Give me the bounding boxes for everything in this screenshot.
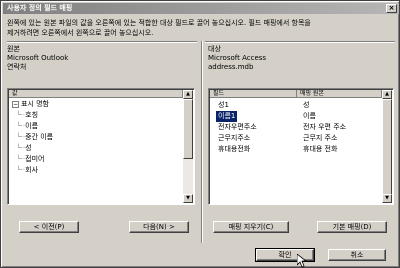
panel-separator <box>201 41 203 243</box>
tree-line-icon: └·· <box>12 122 26 130</box>
source-field-list[interactable]: 값 − 표시 명함 └··호칭 └··이름 └··중간 이름 └··성 └··접미… <box>7 88 195 205</box>
tree-line-icon: └·· <box>12 155 26 163</box>
close-button[interactable]: × <box>386 4 397 13</box>
target-field: 이름1 <box>214 110 239 123</box>
default-mapping-button[interactable]: 기본 매핑(D) <box>317 221 387 233</box>
tree-item[interactable]: └··접미어 <box>12 154 44 165</box>
next-button[interactable]: 다음(N) > <box>129 221 189 233</box>
target-field: 휴대용전화 <box>218 145 251 153</box>
previous-button[interactable]: < 이전(P) <box>19 221 79 233</box>
target-mapping-list[interactable]: 필드 매핑 원본 성1 성 이름1 이름 전자우편주소 전자 우편 주소 근무지… <box>208 88 394 205</box>
instruction-text: 왼쪽에 있는 원본 파일의 값을 오른쪽에 있는 적합한 대상 필드로 끌어 놓… <box>7 18 393 38</box>
source-list-header: 값 <box>9 90 183 98</box>
mapped-source: 이름 <box>303 112 316 120</box>
mapped-source: 전자 우편 주소 <box>303 123 347 131</box>
tree-line-icon: └·· <box>12 111 26 119</box>
tree-item-label: 이름 <box>25 122 39 130</box>
source-scrollbar[interactable]: ▲ ▼ <box>183 90 193 203</box>
target-file-name: address.mdb <box>208 63 254 71</box>
source-app-name: Microsoft Outlook <box>7 54 69 62</box>
tree-item[interactable]: └··회사 <box>12 165 38 176</box>
target-divider <box>205 41 395 43</box>
tree-item[interactable]: └··이름 <box>12 121 38 132</box>
scroll-down-icon[interactable]: ▼ <box>382 194 392 203</box>
tree-item[interactable]: └··중간 이름 <box>12 132 53 143</box>
tree-line-icon: └·· <box>12 144 26 152</box>
instruction-line-1: 왼쪽에 있는 원본 파일의 값을 오른쪽에 있는 적합한 대상 필드로 끌어 놓… <box>7 19 311 27</box>
mapping-row[interactable]: 전자우편주소 전자 우편 주소 <box>212 122 381 133</box>
close-icon: × <box>388 4 395 12</box>
source-column-header[interactable]: 값 <box>9 90 183 97</box>
instruction-line-2: 제거하려면 오른쪽에서 왼쪽으로 끌어 놓으십시오. <box>7 29 154 37</box>
mapped-source: 근무지 주소 <box>303 134 338 142</box>
mapping-row-selected[interactable]: 이름1 이름 <box>212 110 381 123</box>
target-scrollbar[interactable]: ▲ ▼ <box>382 90 392 203</box>
scroll-up-icon[interactable]: ▲ <box>382 90 392 99</box>
source-section-label: 원본 <box>7 45 20 53</box>
tree-item-parent[interactable]: − 표시 명함 <box>12 99 49 110</box>
tree-line-icon: └·· <box>12 133 26 141</box>
target-app-name: Microsoft Access <box>208 54 267 62</box>
cancel-button[interactable]: 취소 <box>328 249 386 261</box>
target-field: 전자우편주소 <box>218 123 257 131</box>
mapping-dialog: 사용자 정의 필드 매핑 × 왼쪽에 있는 원본 파일의 값을 오른쪽에 있는 … <box>0 0 400 268</box>
tree-item-label: 표시 명함 <box>21 100 49 108</box>
tree-item[interactable]: └··성 <box>12 143 32 154</box>
mapping-row[interactable]: 휴대용전화 휴대용 전화 <box>212 144 381 155</box>
mapped-source: 성 <box>303 101 310 109</box>
tree-item-label: 회사 <box>25 166 39 174</box>
scroll-down-icon[interactable]: ▼ <box>183 194 193 203</box>
title-bar[interactable]: 사용자 정의 필드 매핑 × <box>3 3 399 14</box>
scroll-thumb[interactable] <box>183 99 193 159</box>
tree-item-label: 접미어 <box>25 155 45 163</box>
mapped-column-header[interactable]: 매핑 원본 <box>297 90 382 97</box>
mouse-pointer-icon <box>297 254 307 268</box>
target-list-header: 필드 매핑 원본 <box>210 90 382 98</box>
target-field: 성1 <box>218 101 229 109</box>
tree-item-label: 호칭 <box>25 111 39 119</box>
tree-item[interactable]: └··호칭 <box>12 110 38 121</box>
source-folder-name: 연락처 <box>7 63 27 71</box>
tree-item-label: 성 <box>25 144 32 152</box>
dialog-title: 사용자 정의 필드 매핑 <box>7 4 73 12</box>
clear-mapping-button[interactable]: 매핑 지우기(C) <box>213 221 289 233</box>
field-column-header[interactable]: 필드 <box>210 90 297 97</box>
scroll-thumb[interactable] <box>382 99 392 196</box>
mapped-source: 휴대용 전화 <box>303 145 338 153</box>
tree-item-label: 중간 이름 <box>25 133 54 141</box>
collapse-icon[interactable]: − <box>12 100 19 108</box>
mapping-row[interactable]: 근무지주소 근무지 주소 <box>212 133 381 144</box>
source-divider <box>7 41 197 43</box>
mapping-row[interactable]: 성1 성 <box>212 100 381 111</box>
tree-line-icon: └·· <box>12 166 26 174</box>
scroll-up-icon[interactable]: ▲ <box>183 90 193 99</box>
target-field: 근무지주소 <box>218 134 251 142</box>
target-section-label: 대상 <box>208 45 221 53</box>
